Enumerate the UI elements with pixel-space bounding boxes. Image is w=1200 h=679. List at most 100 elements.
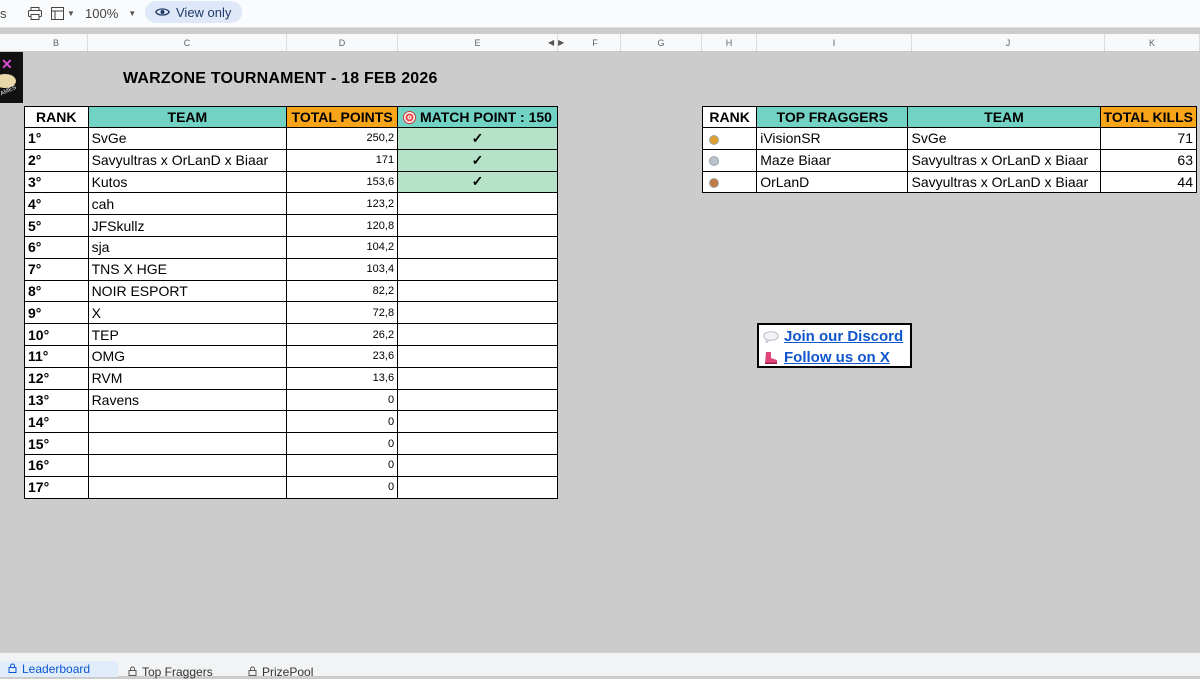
sheet-tab-prizepool[interactable]: PrizePool <box>248 665 313 679</box>
team-cell[interactable]: JFSkullz <box>87 214 288 237</box>
rank-cell[interactable] <box>701 148 758 172</box>
team-cell[interactable] <box>87 453 288 477</box>
match-point-cell[interactable] <box>397 301 558 325</box>
column-header[interactable]: J <box>912 34 1105 51</box>
points-cell[interactable]: 0 <box>286 410 399 434</box>
team-cell[interactable]: sja <box>87 235 288 259</box>
discord-link[interactable]: Join our Discord <box>784 328 903 345</box>
column-header[interactable]: D <box>287 34 398 51</box>
match-point-cell[interactable]: ✓ <box>397 148 558 172</box>
team-cell[interactable]: NOIR ESPORT <box>87 279 288 303</box>
points-cell[interactable]: 72,8 <box>286 301 399 325</box>
print-icon[interactable] <box>28 0 42 27</box>
match-point-cell[interactable] <box>397 410 558 434</box>
rank-cell[interactable]: 2° <box>24 148 89 172</box>
rank-cell[interactable]: 16° <box>24 453 89 477</box>
rank-cell[interactable] <box>701 127 758 150</box>
team-cell[interactable]: TEP <box>87 323 288 346</box>
match-point-cell[interactable]: ✓ <box>397 170 558 194</box>
points-cell[interactable]: 0 <box>286 432 399 455</box>
team-cell[interactable]: RVM <box>87 366 288 390</box>
column-header[interactable]: H <box>702 34 757 51</box>
zoom-select[interactable]: 100% ▼ <box>85 0 136 27</box>
team-cell[interactable]: Kutos <box>87 170 288 194</box>
match-point-cell[interactable] <box>397 453 558 477</box>
x-link[interactable]: Follow us on X <box>784 349 890 366</box>
points-cell[interactable]: 0 <box>286 388 399 412</box>
rank-cell[interactable]: 3° <box>24 170 89 194</box>
column-header[interactable]: G <box>621 34 702 51</box>
sheet-tab-top-fraggers[interactable]: Top Fraggers <box>128 665 213 679</box>
points-cell[interactable]: 82,2 <box>286 279 399 303</box>
kills-cell[interactable]: 63 <box>1099 148 1198 172</box>
points-cell[interactable]: 26,2 <box>286 323 399 346</box>
column-header[interactable]: C <box>88 34 287 51</box>
match-point-cell[interactable] <box>397 388 558 412</box>
points-cell[interactable]: 13,6 <box>286 366 399 390</box>
rank-cell[interactable]: 17° <box>24 475 89 499</box>
team-cell[interactable]: SvGe <box>87 127 288 150</box>
kills-cell[interactable]: 71 <box>1099 127 1198 150</box>
points-cell[interactable]: 153,6 <box>286 170 399 194</box>
team-cell[interactable]: Savyultras x OrLanD x Biaar <box>87 148 288 172</box>
team-cell[interactable]: Savyultras x OrLanD x Biaar <box>907 170 1101 194</box>
team-cell[interactable]: Savyultras x OrLanD x Biaar <box>907 148 1101 172</box>
rank-cell[interactable]: 1° <box>24 127 89 150</box>
column-scroll-arrows[interactable]: ◀ ▶ <box>548 34 564 51</box>
points-cell[interactable]: 23,6 <box>286 344 399 368</box>
rank-cell[interactable]: 10° <box>24 323 89 346</box>
points-cell[interactable]: 250,2 <box>286 127 399 150</box>
rank-cell[interactable]: 13° <box>24 388 89 412</box>
player-cell[interactable]: iVisionSR <box>756 127 909 150</box>
chevron-left-icon[interactable]: ◀ <box>548 38 554 47</box>
match-point-cell[interactable] <box>397 214 558 237</box>
team-cell[interactable]: TNS X HGE <box>87 257 288 281</box>
match-point-cell[interactable]: ✓ <box>397 127 558 150</box>
view-only-button[interactable]: View only <box>145 1 242 23</box>
column-header[interactable]: B <box>25 34 88 51</box>
points-cell[interactable]: 120,8 <box>286 214 399 237</box>
player-cell[interactable]: Maze Biaar <box>756 148 909 172</box>
team-cell[interactable]: X <box>87 301 288 325</box>
rank-cell[interactable]: 4° <box>24 192 89 216</box>
team-cell[interactable]: cah <box>87 192 288 216</box>
rank-cell[interactable]: 5° <box>24 214 89 237</box>
match-point-cell[interactable] <box>397 432 558 455</box>
column-header[interactable]: F <box>570 34 621 51</box>
player-cell[interactable]: OrLanD <box>756 170 909 194</box>
team-cell[interactable]: SvGe <box>907 127 1101 150</box>
match-point-cell[interactable] <box>397 279 558 303</box>
team-cell[interactable] <box>87 410 288 434</box>
team-cell[interactable] <box>87 475 288 499</box>
points-cell[interactable]: 171 <box>286 148 399 172</box>
points-cell[interactable]: 103,4 <box>286 257 399 281</box>
points-cell[interactable]: 0 <box>286 453 399 477</box>
rank-cell[interactable]: 14° <box>24 410 89 434</box>
team-cell[interactable]: OMG <box>87 344 288 368</box>
points-cell[interactable]: 104,2 <box>286 235 399 259</box>
rank-cell[interactable]: 11° <box>24 344 89 368</box>
rank-cell[interactable] <box>701 170 758 194</box>
column-header[interactable]: K <box>1105 34 1200 51</box>
kills-cell[interactable]: 44 <box>1099 170 1198 194</box>
rank-cell[interactable]: 9° <box>24 301 89 325</box>
match-point-cell[interactable] <box>397 475 558 499</box>
match-point-cell[interactable] <box>397 323 558 346</box>
match-point-cell[interactable] <box>397 366 558 390</box>
match-point-cell[interactable] <box>397 235 558 259</box>
rank-cell[interactable]: 6° <box>24 235 89 259</box>
points-cell[interactable]: 123,2 <box>286 192 399 216</box>
chevron-right-icon[interactable]: ▶ <box>558 38 564 47</box>
match-point-cell[interactable] <box>397 192 558 216</box>
rank-cell[interactable]: 8° <box>24 279 89 303</box>
points-cell[interactable]: 0 <box>286 475 399 499</box>
match-point-cell[interactable] <box>397 257 558 281</box>
column-header[interactable]: I <box>757 34 912 51</box>
rank-cell[interactable]: 15° <box>24 432 89 455</box>
paint-format-icon[interactable]: ▼ <box>51 0 75 27</box>
team-cell[interactable]: Ravens <box>87 388 288 412</box>
team-cell[interactable] <box>87 432 288 455</box>
match-point-cell[interactable] <box>397 344 558 368</box>
rank-cell[interactable]: 7° <box>24 257 89 281</box>
column-header[interactable]: E <box>398 34 558 51</box>
